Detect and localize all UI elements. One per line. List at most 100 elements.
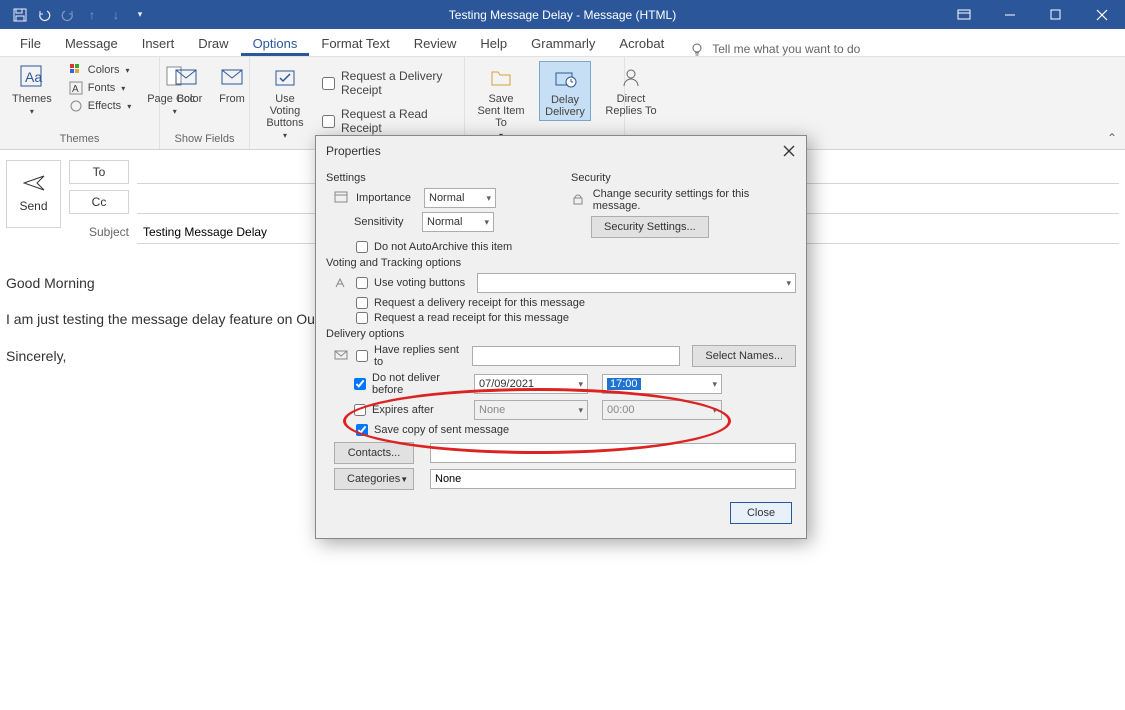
svg-text:Aa: Aa (25, 69, 42, 85)
importance-select[interactable]: Normal▾ (424, 188, 496, 208)
minimize-icon[interactable] (987, 0, 1033, 29)
deliver-time-select[interactable]: 17:00▾ (602, 374, 722, 394)
voting-section-icon (334, 275, 350, 291)
bcc-button[interactable]: Bcc (168, 61, 204, 107)
deliver-date-select[interactable]: 07/09/2021▾ (474, 374, 588, 394)
tab-insert[interactable]: Insert (130, 30, 187, 56)
tell-me-text: Tell me what you want to do (712, 42, 860, 56)
tab-acrobat[interactable]: Acrobat (607, 30, 676, 56)
from-icon (218, 63, 246, 91)
cc-button[interactable]: Cc (69, 190, 129, 214)
tab-options[interactable]: Options (241, 30, 310, 56)
bcc-icon (172, 63, 200, 91)
menu-bar: File Message Insert Draw Options Format … (0, 29, 1125, 57)
sensitivity-label: Sensitivity (354, 216, 416, 228)
importance-label: Importance (356, 192, 418, 204)
group-label-show-fields: Show Fields (168, 133, 241, 147)
settings-section: Settings Importance Normal▾ Sensitivity … (326, 168, 551, 238)
autoarchive-checkbox[interactable]: Do not AutoArchive this item (356, 241, 796, 253)
expires-after-checkbox[interactable]: Expires after (354, 404, 468, 416)
tab-file[interactable]: File (8, 30, 53, 56)
colors-button[interactable]: Colors▾ (66, 61, 133, 79)
request-delivery-checkbox[interactable]: Request a delivery receipt for this mess… (356, 297, 796, 309)
tab-grammarly[interactable]: Grammarly (519, 30, 607, 56)
colors-icon (68, 62, 84, 78)
window-controls (941, 0, 1125, 29)
have-replies-checkbox[interactable]: Have replies sent to (356, 344, 466, 368)
request-read-checkbox[interactable]: Request a read receipt for this message (356, 312, 796, 324)
effects-icon (68, 98, 84, 114)
subject-label: Subject (69, 220, 129, 244)
tell-me[interactable]: Tell me what you want to do (690, 42, 860, 56)
read-receipt-checkbox[interactable]: Request a Read Receipt (322, 105, 456, 137)
up-icon: ↑ (84, 7, 100, 23)
lightbulb-icon (690, 42, 704, 56)
folder-icon (487, 63, 515, 91)
close-icon[interactable] (1079, 0, 1125, 29)
security-text: Change security settings for this messag… (593, 188, 796, 212)
delivery-icon (334, 348, 350, 364)
do-not-deliver-checkbox[interactable]: Do not deliver before (354, 372, 468, 396)
delivery-heading: Delivery options (326, 328, 796, 340)
delivery-receipt-checkbox[interactable]: Request a Delivery Receipt (322, 67, 456, 99)
title-bar: ↑ ↓ ▾ Testing Message Delay - Message (H… (0, 0, 1125, 29)
settings-icon (334, 190, 350, 206)
tab-message[interactable]: Message (53, 30, 130, 56)
chevron-down-icon: ▾ (30, 107, 34, 116)
security-heading: Security (571, 172, 796, 184)
tab-help[interactable]: Help (468, 30, 519, 56)
fonts-button[interactable]: AFonts▾ (66, 79, 133, 97)
select-names-button[interactable]: Select Names... (692, 345, 796, 367)
fonts-icon: A (68, 80, 84, 96)
use-voting-checkbox[interactable]: Use voting buttons (356, 277, 465, 289)
expires-time-select[interactable]: 00:00▾ (602, 400, 722, 420)
send-button[interactable]: Send (6, 160, 61, 228)
tab-review[interactable]: Review (402, 30, 469, 56)
categories-field[interactable] (430, 469, 796, 489)
contacts-field[interactable] (430, 443, 796, 463)
collapse-ribbon-icon[interactable]: ⌃ (1107, 131, 1117, 145)
window-title: Testing Message Delay - Message (HTML) (449, 8, 676, 22)
save-icon[interactable] (12, 7, 28, 23)
maximize-icon[interactable] (1033, 0, 1079, 29)
lock-icon (571, 192, 587, 208)
voting-buttons-select[interactable]: ▾ (477, 273, 796, 293)
ribbon-group-show-fields: Bcc From Show Fields (160, 57, 250, 149)
sensitivity-select[interactable]: Normal▾ (422, 212, 494, 232)
categories-button[interactable]: Categories▼ (334, 468, 414, 490)
down-icon: ↓ (108, 7, 124, 23)
expires-date-select[interactable]: None▾ (474, 400, 588, 420)
tab-format-text[interactable]: Format Text (309, 30, 401, 56)
delay-delivery-button[interactable]: Delay Delivery (539, 61, 591, 121)
security-settings-button[interactable]: Security Settings... (591, 216, 709, 238)
svg-text:A: A (72, 84, 79, 95)
group-label-themes: Themes (8, 133, 151, 147)
save-sent-button[interactable]: Save Sent Item To▾ (473, 61, 529, 142)
contacts-button[interactable]: Contacts... (334, 442, 414, 464)
close-button[interactable]: Close (730, 502, 792, 524)
ribbon-display-icon[interactable] (941, 0, 987, 29)
save-copy-checkbox[interactable]: Save copy of sent message (356, 424, 796, 436)
from-button[interactable]: From (214, 61, 250, 107)
send-icon (23, 175, 45, 191)
themes-icon: Aa (18, 63, 46, 91)
to-button[interactable]: To (69, 160, 129, 184)
themes-button[interactable]: Aa Themes ▾ (8, 61, 56, 118)
delay-icon (551, 64, 579, 92)
dialog-title: Properties (326, 144, 381, 158)
effects-button[interactable]: Effects▾ (66, 97, 133, 115)
tab-draw[interactable]: Draw (186, 30, 240, 56)
use-voting-button[interactable]: Use Voting Buttons▾ (258, 61, 312, 142)
settings-heading: Settings (326, 172, 551, 184)
direct-replies-icon (617, 63, 645, 91)
quick-access-toolbar: ↑ ↓ ▾ (0, 7, 148, 23)
dialog-title-bar: Properties (316, 136, 806, 166)
voting-heading: Voting and Tracking options (326, 257, 796, 269)
undo-icon[interactable] (36, 7, 52, 23)
properties-dialog: Properties Settings Importance Normal▾ S… (315, 135, 807, 539)
replies-to-field[interactable] (472, 346, 680, 366)
direct-replies-button[interactable]: Direct Replies To (601, 61, 661, 119)
dialog-close-button[interactable] (778, 140, 800, 162)
security-section: Security Change security settings for th… (571, 168, 796, 238)
qat-customize-icon[interactable]: ▾ (132, 7, 148, 23)
